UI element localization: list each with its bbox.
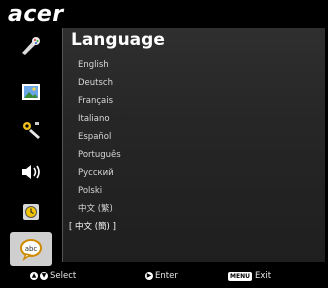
- management-settings-icon[interactable]: [14, 116, 48, 144]
- up-arrow-icon: ▲: [30, 272, 38, 280]
- exit-hint-label: Exit: [254, 271, 272, 281]
- acer-logo: acer: [8, 2, 64, 27]
- right-arrow-icon: ▶: [145, 272, 153, 280]
- audio-settings-icon[interactable]: [14, 158, 48, 186]
- page-title: Language: [71, 30, 165, 50]
- language-option-chinese-traditional[interactable]: 中文 (繁): [63, 200, 325, 218]
- enter-hint-label: Enter: [155, 271, 178, 281]
- language-option-polski[interactable]: Polski: [63, 182, 325, 200]
- language-menu-panel: Language English Deutsch Français Italia…: [62, 28, 325, 262]
- language-option-english[interactable]: English: [63, 56, 325, 74]
- language-list: English Deutsch Français Italiano Españo…: [63, 56, 325, 236]
- color-settings-icon[interactable]: [14, 32, 48, 60]
- language-option-portugues[interactable]: Português: [63, 146, 325, 164]
- menu-key-icon: MENU: [228, 271, 252, 281]
- down-arrow-icon: ▼: [40, 272, 48, 280]
- language-option-russian[interactable]: Pусский: [63, 164, 325, 182]
- exit-hint: MENU Exit: [228, 267, 271, 285]
- language-settings-icon[interactable]: abc: [10, 232, 52, 266]
- select-hint: ▲ ▼ Select: [30, 267, 76, 285]
- language-option-deutsch[interactable]: Deutsch: [63, 74, 325, 92]
- image-settings-icon[interactable]: [14, 78, 48, 106]
- svg-text:abc: abc: [25, 245, 38, 253]
- footer-hint-bar: ▲ ▼ Select ▶ Enter MENU Exit: [0, 267, 328, 285]
- timer-settings-icon[interactable]: [14, 198, 48, 226]
- enter-hint: ▶ Enter: [145, 267, 178, 285]
- language-option-chinese-simplified[interactable]: [ 中文 (簡) ]: [63, 218, 325, 236]
- sidebar: abc: [8, 30, 56, 266]
- selection-bracket-right: ]: [109, 222, 116, 232]
- language-option-italiano[interactable]: Italiano: [63, 110, 325, 128]
- select-hint-label: Select: [50, 271, 77, 281]
- language-option-espanol[interactable]: Español: [63, 128, 325, 146]
- language-option-francais[interactable]: Français: [63, 92, 325, 110]
